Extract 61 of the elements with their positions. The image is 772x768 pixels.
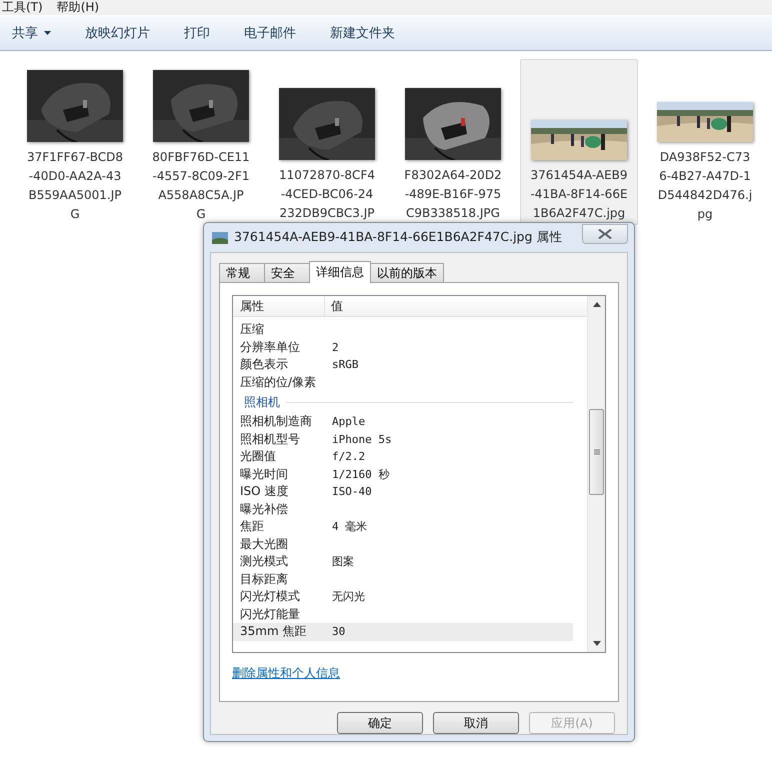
property-name: 曝光补偿 — [240, 500, 289, 518]
property-name: 照相机制造商 — [240, 413, 313, 430]
property-name: ISO 速度 — [240, 483, 290, 500]
property-value: 2 — [332, 340, 339, 354]
property-name: 分辨率单位 — [240, 338, 301, 356]
menu-item[interactable]: 工具(T) — [2, 0, 43, 15]
property-value: 无闪光 — [332, 589, 365, 604]
scrollbar[interactable] — [587, 296, 605, 652]
property-value: 4 毫米 — [332, 519, 368, 534]
scroll-up-icon[interactable] — [592, 302, 600, 307]
close-button[interactable] — [582, 224, 628, 244]
property-name: 光圈值 — [240, 448, 277, 466]
property-name: 目标距离 — [240, 570, 289, 588]
file-name[interactable]: DA938F52-C73 6-4B27-A47D-1 D544842D476.j pg — [658, 148, 752, 224]
selected-row[interactable]: 35mm 焦距 30 — [233, 623, 573, 640]
toolbar-button[interactable]: 共享 — [2, 20, 61, 46]
property-value: f/2.2 — [332, 450, 366, 464]
property-name: 闪光灯模式 — [240, 588, 301, 606]
property-name: 压缩的位/像素 — [240, 374, 318, 391]
property-name: 压缩 — [240, 321, 265, 338]
scroll-down-icon[interactable] — [592, 641, 600, 646]
property-name: 测光模式 — [240, 553, 289, 570]
remove-properties-link[interactable]: 删除属性和个人信息 — [232, 665, 340, 682]
property-value: Apple — [332, 415, 366, 428]
property-name: 焦距 — [240, 518, 265, 536]
property-value: ISO-40 — [332, 485, 372, 498]
property-value: iPhone 5s — [332, 432, 392, 446]
toolbar-button[interactable]: 电子邮件 — [234, 20, 306, 46]
file-name[interactable]: 37F1FF67-BCD8 -40D0-AA2A-43 B559AA5001.JP G — [26, 148, 124, 224]
property-value: 30 — [332, 625, 346, 638]
property-value: sRGB — [332, 358, 358, 372]
property-name: 颜色表示 — [240, 356, 289, 374]
dialog-button[interactable]: 取消 — [433, 712, 519, 734]
tab[interactable]: 常规 — [219, 263, 265, 282]
tab[interactable]: 详细信息 — [309, 261, 371, 283]
property-name: 曝光时间 — [240, 466, 289, 483]
toolbar-button[interactable]: 放映幻灯片 — [75, 20, 160, 46]
window-title: 3761454A-AEB9-41BA-8F14-66E1B6A2F47C.jpg 属性 — [234, 229, 562, 246]
property-value: 图案 — [332, 554, 354, 570]
property-value: 1/2160 秒 — [332, 466, 390, 482]
tab[interactable]: 安全 — [264, 263, 310, 282]
file-name[interactable]: 3761454A-AEB9 -41BA-8F14-66E 1B6A2F47C.jpg — [530, 166, 628, 223]
image-icon — [212, 232, 228, 244]
property-name: 35mm 焦距 — [240, 623, 308, 640]
file-item-highlight[interactable]: 3761454A-AEB9 -41BA-8F14-66E 1B6A2F47C.jpg — [520, 59, 638, 225]
property-name: 最大光圈 — [240, 536, 289, 553]
grip-icon — [594, 449, 600, 455]
toolbar-button[interactable]: 打印 — [174, 20, 220, 46]
toolbar-button[interactable]: 新建文件夹 — [320, 20, 405, 46]
property-name: 照相机型号 — [240, 430, 301, 448]
column-header[interactable]: 属性 — [233, 296, 325, 316]
column-header[interactable]: 值 — [325, 296, 587, 316]
property-name: 闪光灯能量 — [240, 606, 301, 623]
menu-item[interactable]: 帮助(H) — [56, 0, 100, 15]
file-name[interactable]: F8302A64-20D2 -489E-B16F-975 C9B338518.JPG — [404, 166, 502, 223]
dialog-button[interactable]: 确定 — [337, 712, 423, 734]
file-name[interactable]: 11072870-8CF4 -4CED-BC06-24 232DB9CBC3.JP — [279, 166, 375, 223]
tab[interactable]: 以前的版本 — [370, 263, 444, 282]
section-heading: 照相机 — [244, 394, 280, 410]
close-icon — [598, 229, 612, 239]
file-name[interactable]: 80FBF76D-CE11 -4557-8C09-2F1 A558A8C5A.JP G — [152, 148, 250, 224]
